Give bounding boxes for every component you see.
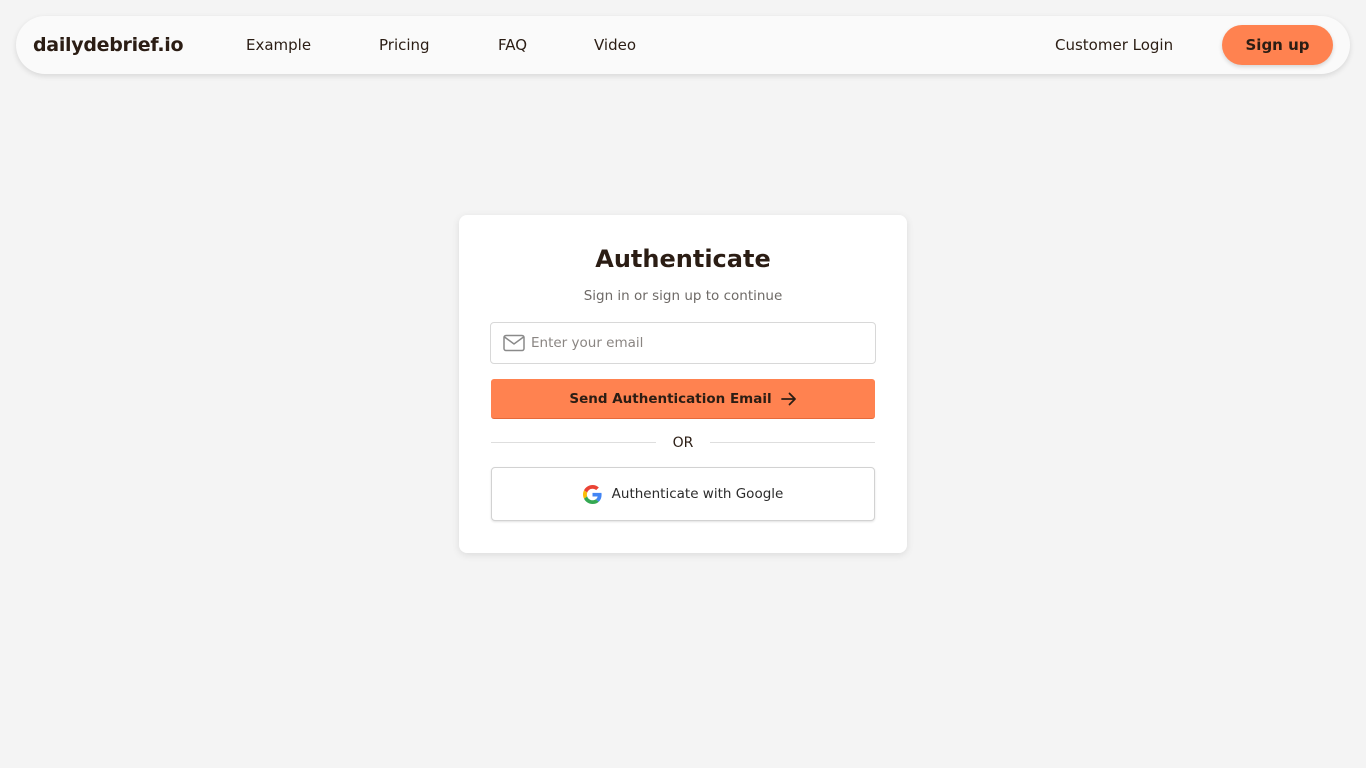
send-auth-email-button[interactable]: Send Authentication Email xyxy=(491,379,875,419)
or-text: OR xyxy=(672,435,694,451)
google-icon xyxy=(582,484,602,504)
customer-login-link[interactable]: Customer Login xyxy=(1055,16,1173,74)
signup-button[interactable]: Sign up xyxy=(1222,25,1333,65)
or-divider: OR xyxy=(491,433,875,453)
nav-link-pricing[interactable]: Pricing xyxy=(379,16,430,74)
auth-title: Authenticate xyxy=(595,245,771,273)
arrow-right-icon xyxy=(780,392,796,405)
nav-link-example[interactable]: Example xyxy=(246,16,311,74)
google-auth-button[interactable]: Authenticate with Google xyxy=(491,467,875,521)
email-input[interactable] xyxy=(531,323,861,363)
auth-subtitle: Sign in or sign up to continue xyxy=(583,288,783,304)
divider-line-right xyxy=(710,442,875,443)
nav-link-faq[interactable]: FAQ xyxy=(498,16,527,74)
auth-card: Authenticate Sign in or sign up to conti… xyxy=(459,215,907,553)
top-navbar: dailydebrief.io Example Pricing FAQ Vide… xyxy=(16,16,1350,74)
send-auth-email-label: Send Authentication Email xyxy=(569,390,772,407)
brand-logo[interactable]: dailydebrief.io xyxy=(33,16,184,74)
nav-link-video[interactable]: Video xyxy=(594,16,636,74)
mail-icon xyxy=(503,334,525,352)
email-field-container xyxy=(490,322,876,364)
google-auth-label: Authenticate with Google xyxy=(611,486,784,502)
